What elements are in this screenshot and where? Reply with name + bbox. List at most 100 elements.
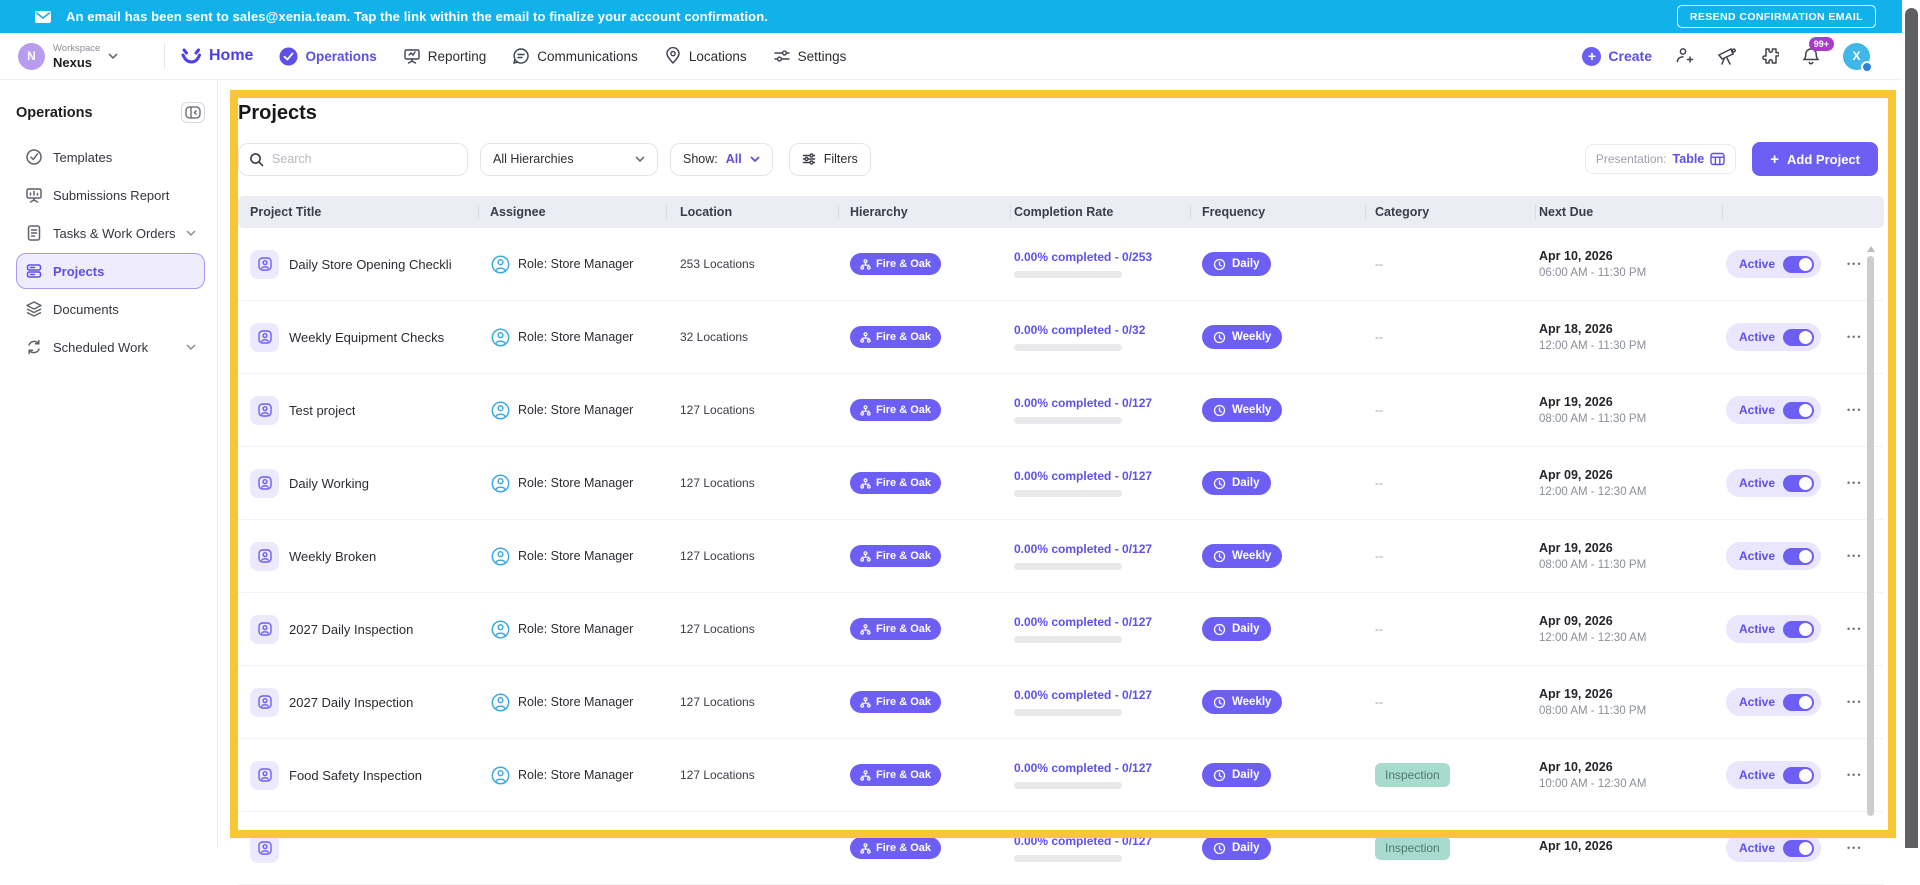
project-icon xyxy=(250,542,279,571)
refresh-clock-icon xyxy=(1213,623,1226,636)
row-actions-menu[interactable]: ••• xyxy=(1847,332,1862,342)
completion-rate-text: 0.00% completed - 0/127 xyxy=(1014,761,1152,775)
row-actions-menu[interactable]: ••• xyxy=(1847,259,1862,269)
show-filter-select[interactable]: Show: All xyxy=(670,143,773,176)
user-avatar[interactable]: X xyxy=(1843,43,1870,70)
assignee-name: Role: Store Manager xyxy=(518,622,633,636)
collapse-sidebar-icon[interactable] xyxy=(181,102,205,123)
completion-progress-bar xyxy=(1014,417,1122,424)
project-icon xyxy=(250,250,279,279)
row-actions-menu[interactable]: ••• xyxy=(1847,551,1862,561)
row-actions-menu[interactable]: ••• xyxy=(1847,770,1862,780)
plus-icon: + xyxy=(1770,151,1779,168)
sidebar-item-label: Projects xyxy=(53,264,104,279)
show-label: Show: xyxy=(683,152,718,166)
column-header-3: Location xyxy=(666,196,838,228)
toggle-on-switch xyxy=(1783,840,1814,857)
search-input[interactable] xyxy=(272,152,432,166)
create-button[interactable]: + Create xyxy=(1582,47,1652,66)
invite-user-icon[interactable] xyxy=(1674,46,1694,66)
row-actions-menu[interactable]: ••• xyxy=(1847,697,1862,707)
column-header-7: Category xyxy=(1365,196,1535,228)
notifications-bell-icon[interactable]: 99+ xyxy=(1801,46,1821,67)
status-toggle[interactable]: Active xyxy=(1726,323,1821,351)
next-due-date: Apr 09, 2026 xyxy=(1539,614,1646,628)
project-title-link[interactable]: Weekly Equipment Checks xyxy=(289,330,444,345)
project-icon xyxy=(250,396,279,425)
next-due-date: Apr 18, 2026 xyxy=(1539,322,1646,336)
assignee-icon xyxy=(490,765,511,786)
completion-rate-text: 0.00% completed - 0/127 xyxy=(1014,688,1152,702)
completion-progress-bar xyxy=(1014,490,1122,497)
nav-locations[interactable]: Locations xyxy=(664,47,747,65)
sidebar-item-documents[interactable]: Documents xyxy=(16,291,205,327)
check-circle-icon xyxy=(25,148,43,166)
chevron-down-icon xyxy=(635,156,645,162)
column-header-2: Assignee xyxy=(478,196,666,228)
announcements-icon[interactable] xyxy=(1716,46,1737,66)
status-toggle[interactable]: Active xyxy=(1726,834,1821,862)
sidebar-item-tasks-work-orders[interactable]: Tasks & Work Orders xyxy=(16,215,205,251)
hierarchy-badge: Fire & Oak xyxy=(850,399,941,421)
resend-confirmation-button[interactable]: RESEND CONFIRMATION EMAIL xyxy=(1677,5,1876,28)
row-actions-menu[interactable]: ••• xyxy=(1847,478,1862,488)
project-title-link[interactable]: Daily Working xyxy=(289,476,369,491)
status-toggle[interactable]: Active xyxy=(1726,250,1821,278)
search-icon xyxy=(249,152,264,167)
nav-home[interactable]: Home xyxy=(179,46,253,66)
table-scrollbar[interactable] xyxy=(1866,246,1875,816)
project-title-link[interactable]: 2027 Daily Inspection xyxy=(289,622,413,637)
nav-operations[interactable]: Operations xyxy=(279,47,376,66)
table-scrollbar-thumb[interactable] xyxy=(1867,256,1874,816)
row-actions-menu[interactable]: ••• xyxy=(1847,624,1862,634)
next-due-date: Apr 09, 2026 xyxy=(1539,468,1646,482)
hierarchy-filter-select[interactable]: All Hierarchies xyxy=(480,143,658,176)
nav-communications[interactable]: Communications xyxy=(512,47,638,65)
status-toggle[interactable]: Active xyxy=(1726,542,1821,570)
column-header-1: Project Title xyxy=(238,196,478,228)
workspace-avatar: N xyxy=(18,43,45,70)
location-count: 127 Locations xyxy=(680,622,755,636)
nav-reporting[interactable]: Reporting xyxy=(403,47,487,65)
next-due-time: 12:00 AM - 11:30 PM xyxy=(1539,340,1646,352)
nav-reporting-label: Reporting xyxy=(428,49,487,64)
completion-rate-text: 0.00% completed - 0/127 xyxy=(1014,542,1152,556)
project-icon xyxy=(250,834,279,863)
integrations-icon[interactable] xyxy=(1759,46,1779,66)
project-icon xyxy=(250,761,279,790)
refresh-clock-icon xyxy=(1213,842,1226,855)
filters-button[interactable]: Filters xyxy=(789,143,871,176)
sidebar-item-scheduled-work[interactable]: Scheduled Work xyxy=(16,329,205,365)
project-title-link[interactable]: 2027 Daily Inspection xyxy=(289,695,413,710)
project-title-link[interactable]: Daily Store Opening Checkli xyxy=(289,257,452,272)
workspace-switcher[interactable]: N Workspace Nexus xyxy=(0,43,150,70)
presentation-select[interactable]: Presentation: Table xyxy=(1585,144,1736,174)
table-row: Fire & Oak 0.00% completed - 0/127 Daily… xyxy=(238,812,1884,885)
status-toggle[interactable]: Active xyxy=(1726,615,1821,643)
row-actions-menu[interactable]: ••• xyxy=(1847,843,1862,853)
sidebar-item-templates[interactable]: Templates xyxy=(16,139,205,175)
sidebar-item-projects[interactable]: Projects xyxy=(16,253,205,289)
project-title-link[interactable]: Food Safety Inspection xyxy=(289,768,422,783)
status-toggle[interactable]: Active xyxy=(1726,688,1821,716)
project-title-link[interactable]: Test project xyxy=(289,403,355,418)
status-toggle[interactable]: Active xyxy=(1726,761,1821,789)
check-circle-icon xyxy=(279,47,298,66)
layers-icon xyxy=(25,300,43,318)
scroll-up-arrow-icon[interactable] xyxy=(1867,246,1875,252)
sitemap-icon xyxy=(860,551,871,562)
chevron-down-icon xyxy=(750,156,760,162)
add-project-button[interactable]: + Add Project xyxy=(1752,142,1878,176)
page-scrollbar[interactable] xyxy=(1902,0,1920,848)
row-actions-menu[interactable]: ••• xyxy=(1847,405,1862,415)
project-title-link[interactable]: Weekly Broken xyxy=(289,549,376,564)
status-label: Active xyxy=(1739,622,1775,636)
assignee-name: Role: Store Manager xyxy=(518,257,633,271)
sidebar-item-submissions-report[interactable]: Submissions Report xyxy=(16,177,205,213)
location-count: 127 Locations xyxy=(680,695,755,709)
page-scrollbar-thumb[interactable] xyxy=(1905,8,1918,848)
nav-settings[interactable]: Settings xyxy=(773,47,847,65)
status-toggle[interactable]: Active xyxy=(1726,469,1821,497)
status-toggle[interactable]: Active xyxy=(1726,396,1821,424)
next-due-time: 08:00 AM - 11:30 PM xyxy=(1539,413,1646,425)
